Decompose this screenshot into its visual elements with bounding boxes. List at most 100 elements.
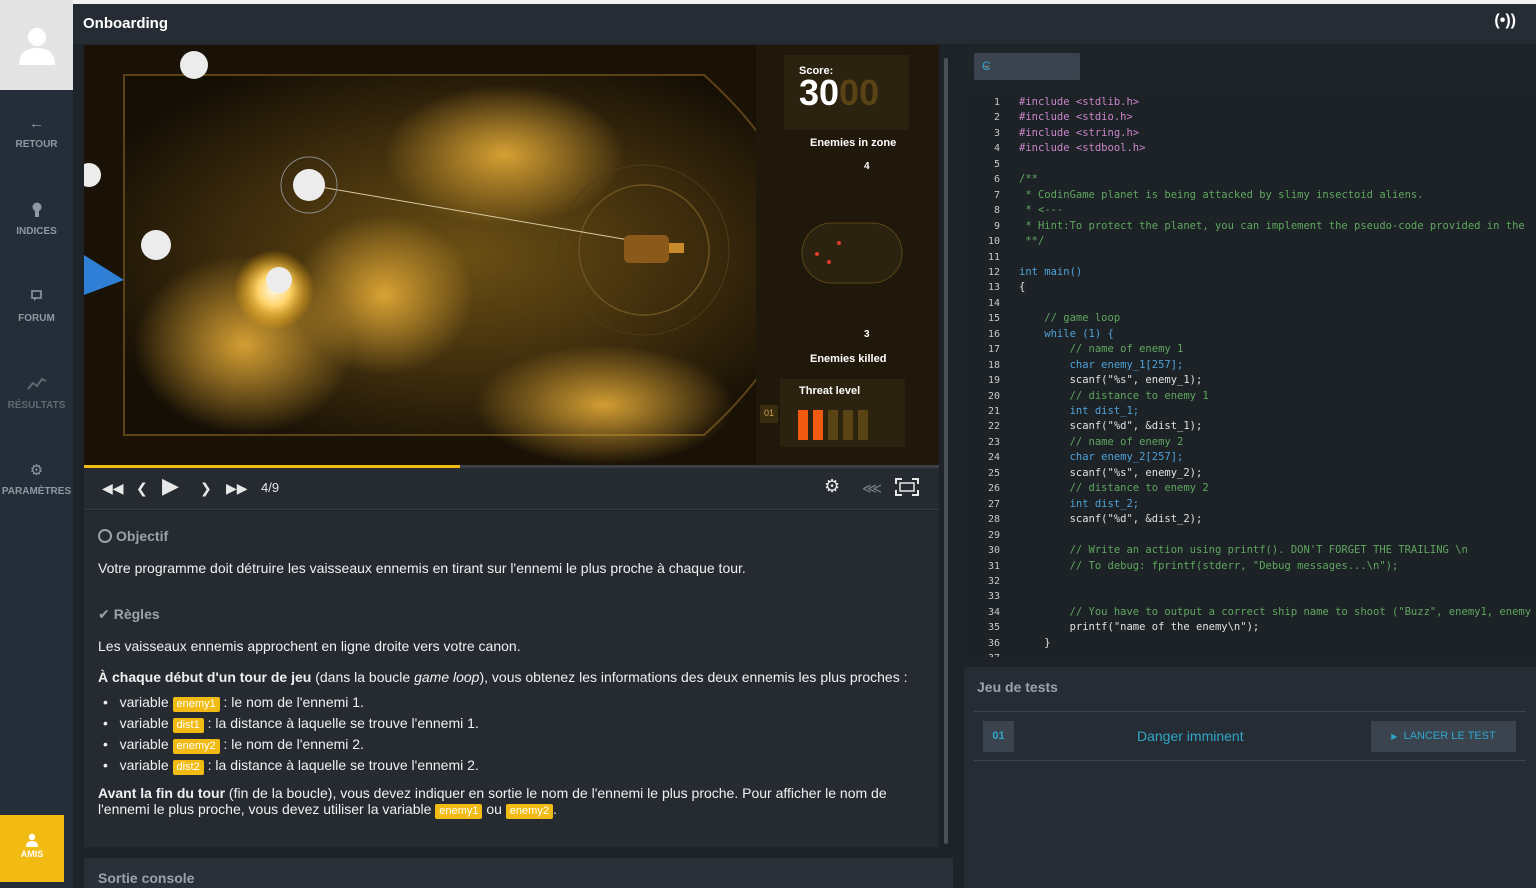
fullscreen-icon[interactable] (895, 478, 919, 501)
code-line: int main() (1019, 265, 1083, 278)
variable-tag: enemy2 (172, 739, 220, 754)
arrow-left-icon: ← (29, 115, 44, 132)
line-number: 33 (987, 591, 1000, 603)
list-item: • variable enemy1 : le nom de l'ennemi 1… (103, 694, 364, 712)
code-line: * CodinGame planet is being attacked by … (1019, 188, 1424, 201)
lightbulb-icon (0, 202, 73, 220)
test-case-row[interactable]: 01 Danger imminent ▶ LANCER LE TEST (974, 711, 1526, 761)
threat-level-label: Threat level (799, 385, 861, 397)
play-icon[interactable]: ▶ (162, 475, 179, 497)
line-number: 31 (987, 560, 1000, 572)
test-name: Danger imminent (1137, 728, 1244, 744)
friends-label: AMIS (20, 849, 44, 859)
code-line: // game loop (1019, 312, 1121, 325)
code-line: * <--- (1019, 204, 1064, 217)
code-area[interactable]: 1 #include <stdlib.h> 2 #include <stdio.h> 3… (964, 90, 1536, 657)
code-line: // Write an action using printf(). DON'T… (1019, 544, 1468, 557)
console-output-panel[interactable]: Sortie console (84, 858, 953, 888)
line-number: 26 (987, 483, 1000, 495)
line-number: 19 (987, 375, 1000, 387)
check-icon: ✔ (98, 606, 110, 622)
sidebar-item-parametres[interactable]: ⚙ PARAMÈTRES (0, 462, 73, 497)
line-number: 21 (987, 406, 1000, 417)
line-number: 23 (987, 436, 1000, 448)
frame-counter: 4/9 (261, 480, 280, 495)
list-item: • variable enemy2 : le nom de l'ennemi 2… (103, 736, 364, 754)
sidebar-item-forum[interactable]: FORUM (0, 289, 73, 324)
line-number: 14 (987, 297, 1000, 309)
page-title: Onboarding (83, 15, 168, 32)
line-number: 11 (987, 251, 1000, 263)
gear-icon: ⚙ (29, 462, 44, 479)
variable-tag: enemy1 (172, 697, 220, 712)
friends-button[interactable]: AMIS (0, 815, 64, 882)
tests-title: Jeu de tests (977, 679, 1058, 695)
line-number: 27 (987, 498, 1000, 510)
code-line: // You have to output a correct ship nam… (1019, 605, 1532, 618)
code-line: #include <string.h> (1019, 126, 1140, 139)
rewind-icon[interactable]: ◀◀ (102, 478, 124, 498)
sidebar-item-label: INDICES (16, 226, 57, 237)
line-number: 10 (987, 236, 1000, 248)
variable-tag: dist2 (172, 760, 204, 775)
code-line: printf("name of the enemy\n"); (1019, 621, 1260, 634)
broadcast-icon[interactable]: (•)) (1494, 12, 1516, 30)
sidebar-item-indices[interactable]: INDICES (0, 202, 73, 237)
chevron-down-icon: ⌄ (982, 59, 992, 71)
settings-icon[interactable]: ⚙ (824, 476, 840, 496)
step-back-icon[interactable]: ❮ (136, 478, 148, 498)
run-test-button[interactable]: ▶ LANCER LE TEST (1371, 721, 1516, 752)
rules-paragraph-2: Avant la fin du tour (fin de la boucle),… (98, 785, 887, 801)
threat-index: 01 (764, 408, 775, 418)
line-number: 2 (993, 112, 1000, 124)
code-editor-panel: C ⌄ 1 #include <stdlib.h> 2 #include <stdio… (964, 45, 1536, 657)
line-number: 29 (987, 529, 1000, 541)
avatar[interactable] (0, 0, 73, 90)
variable-tag: enemy1 (435, 804, 483, 819)
score-value: 3000 (799, 72, 880, 113)
game-viewer[interactable]: Score: 3000 Enemies in zone 4 3 Enemies … (84, 45, 939, 465)
line-number: 3 (993, 127, 1000, 139)
objective-text: Votre programme doit détruire les vaisse… (98, 560, 746, 576)
play-icon: ▶ (1391, 732, 1398, 741)
code-line: } (1019, 636, 1051, 649)
line-number: 7 (993, 189, 1000, 201)
line-number: 6 (993, 174, 1000, 186)
step-forward-icon[interactable]: ❯ (200, 478, 212, 498)
rules-title: ✔ Règles (98, 606, 160, 622)
enemies-in-zone-label: Enemies in zone (810, 137, 897, 149)
sidebar-item-label: RÉSULTATS (7, 400, 66, 411)
console-title: Sortie console (98, 870, 195, 886)
fast-forward-icon[interactable]: ▶▶ (226, 478, 248, 498)
code-line: int dist_1; (1019, 405, 1140, 417)
line-number: 8 (993, 205, 1000, 217)
line-number: 30 (987, 545, 1000, 557)
variable-tag: dist1 (172, 718, 204, 733)
test-cases-panel: Jeu de tests 01 Danger imminent ▶ LANCER… (964, 667, 1536, 888)
top-bar: Onboarding (•)) (73, 0, 1536, 44)
sidebar-item-resultats[interactable]: RÉSULTATS (0, 376, 73, 411)
code-line: // name of enemy 2 (1019, 435, 1184, 448)
line-number: 28 (987, 514, 1000, 526)
line-number: 15 (987, 313, 1000, 325)
test-number: 01 (983, 721, 1014, 752)
enemies-killed-label: Enemies killed (810, 353, 887, 365)
statement-scrollbar[interactable] (944, 58, 948, 844)
line-number: 36 (987, 637, 1000, 649)
line-number: 20 (987, 390, 1000, 402)
line-number: 12 (987, 266, 1000, 278)
code-line: // name of enemy 1 (1019, 343, 1184, 356)
code-line: while (1) { (1019, 327, 1114, 340)
code-line: scanf("%s", enemy_2); (1019, 466, 1203, 479)
line-number: 35 (987, 622, 1000, 634)
list-item: • variable dist2 : la distance à laquell… (103, 757, 479, 775)
line-number: 37 (984, 653, 1000, 657)
line-number: 4 (993, 143, 1000, 155)
user-avatar-icon (18, 28, 55, 65)
list-item: • variable dist1 : la distance à laquell… (103, 715, 479, 733)
sidebar-item-retour[interactable]: ← RETOUR (0, 115, 73, 150)
line-number: 9 (993, 220, 1000, 232)
sidebar-item-label: RETOUR (15, 139, 58, 150)
language-select[interactable]: C ⌄ (974, 53, 1080, 80)
share-icon[interactable]: ⋘ (862, 478, 882, 498)
